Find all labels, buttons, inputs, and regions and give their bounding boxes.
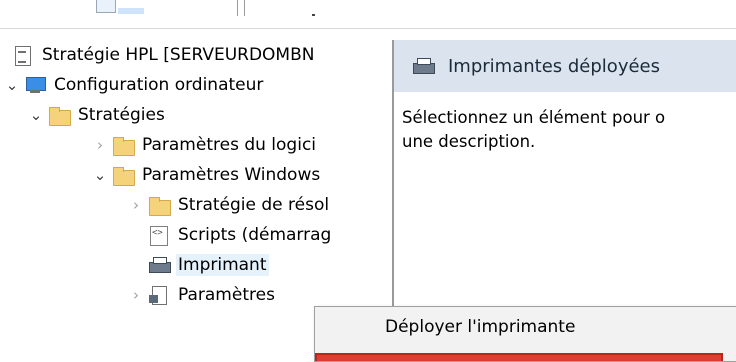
description-line: Sélectionnez un élément pour o	[402, 108, 666, 127]
toolbar-separator	[237, 0, 245, 16]
menu-item-label: Déployer l'imprimante	[385, 317, 576, 337]
tree-item-label: Scripts (démarrag	[178, 225, 332, 245]
chevron-down-icon[interactable]: ⌄	[92, 166, 108, 184]
tree-item-strategies[interactable]: ⌄ Stratégies	[0, 100, 392, 130]
folder-icon	[48, 106, 71, 126]
folder-icon	[112, 166, 135, 186]
tree-item-computer-configuration[interactable]: ⌄ Configuration ordinateur	[0, 70, 392, 100]
tree-item-deployed-printers[interactable]: Imprimant	[0, 250, 392, 280]
printer-icon	[148, 256, 171, 274]
computer-icon	[24, 76, 46, 94]
toolbar	[0, 0, 736, 29]
tree-item-label: Paramètres	[178, 285, 275, 305]
details-header: Imprimantes déployées	[394, 40, 736, 92]
highlight-box	[315, 353, 723, 361]
printer-icon	[412, 57, 435, 75]
document-icon	[12, 46, 34, 66]
settings-icon	[148, 286, 170, 305]
toolbar-highlight-icon	[118, 8, 144, 14]
tree-item-label: Paramètres Windows	[142, 165, 321, 185]
chevron-right-icon[interactable]: ›	[92, 136, 108, 154]
tree-item-label: Configuration ordinateur	[54, 75, 264, 95]
chevron-right-icon[interactable]: ›	[128, 196, 144, 214]
tree-item-label: Imprimant	[176, 254, 269, 276]
tree-item-label: Stratégie de résol	[178, 195, 330, 215]
description-line: une description.	[402, 132, 536, 151]
details-title: Imprimantes déployées	[448, 55, 660, 77]
context-menu: Déployer l'imprimante	[314, 306, 736, 362]
tree-item-label: Stratégie HPL [SERVEURDOMBN	[42, 45, 315, 65]
chevron-down-icon[interactable]: ⌄	[28, 106, 44, 124]
folder-icon	[148, 196, 171, 216]
toolbar-dot	[312, 14, 315, 16]
tree-item-windows-settings[interactable]: ⌄ Paramètres Windows	[0, 160, 392, 190]
tree-item-label: Stratégies	[78, 105, 165, 125]
toolbar-button-icon[interactable]	[96, 0, 116, 13]
tree-item-name-resolution-policy[interactable]: › Stratégie de résol	[0, 190, 392, 220]
folder-icon	[112, 136, 135, 156]
details-description: Sélectionnez un élément pour o une descr…	[402, 106, 736, 154]
tree-item-software-settings[interactable]: › Paramètres du logici	[0, 130, 392, 160]
tree-item-gpo-root[interactable]: Stratégie HPL [SERVEURDOMBN	[0, 40, 392, 70]
tree-item-label: Paramètres du logici	[142, 135, 317, 155]
tree-item-scripts[interactable]: Scripts (démarrag	[0, 220, 392, 250]
chevron-down-icon[interactable]: ⌄	[4, 76, 20, 94]
chevron-right-icon[interactable]: ›	[128, 286, 144, 304]
scripts-icon	[148, 226, 170, 246]
deploy-printer-menu-item[interactable]: Déployer l'imprimante	[315, 307, 736, 347]
